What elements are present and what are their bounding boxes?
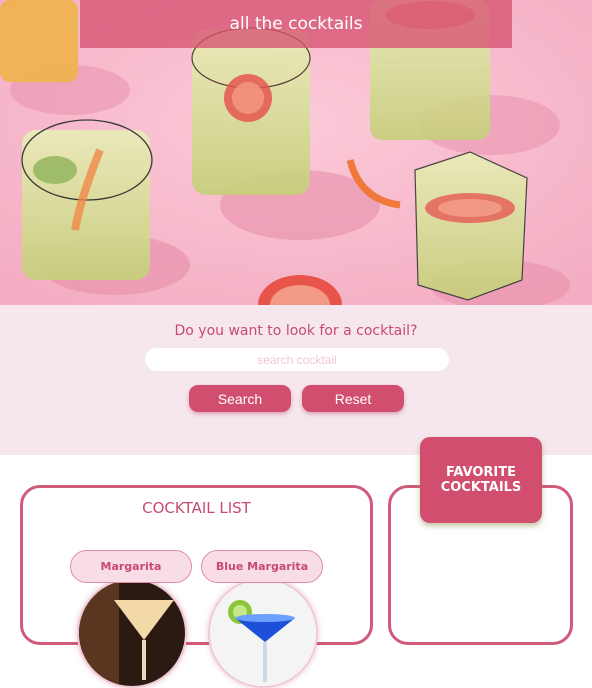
cocktail-name[interactable]: Blue Margarita xyxy=(201,550,323,583)
search-prompt: Do you want to look for a cocktail? xyxy=(174,323,418,339)
blue-margarita-photo[interactable] xyxy=(208,578,318,688)
cocktail-item-margarita[interactable]: Margarita xyxy=(70,550,194,688)
reset-button[interactable]: Reset xyxy=(302,385,404,412)
cocktail-name[interactable]: Margarita xyxy=(70,550,192,583)
margarita-photo[interactable] xyxy=(77,578,187,688)
favorites-title: FAVORITE COCKTAILS xyxy=(420,437,542,523)
search-button[interactable]: Search xyxy=(189,385,291,412)
search-input[interactable] xyxy=(145,348,449,371)
cocktail-list-title: COCKTAIL LIST xyxy=(142,499,251,517)
app-title: all the cocktails xyxy=(80,0,512,48)
cocktail-list-card: COCKTAIL LIST Margarita Blue Margarita xyxy=(20,485,373,688)
cocktail-item-blue-margarita[interactable]: Blue Margarita xyxy=(201,550,325,688)
hero-banner: all the cocktails xyxy=(0,0,592,305)
search-panel: Do you want to look for a cocktail? Sear… xyxy=(0,305,592,455)
